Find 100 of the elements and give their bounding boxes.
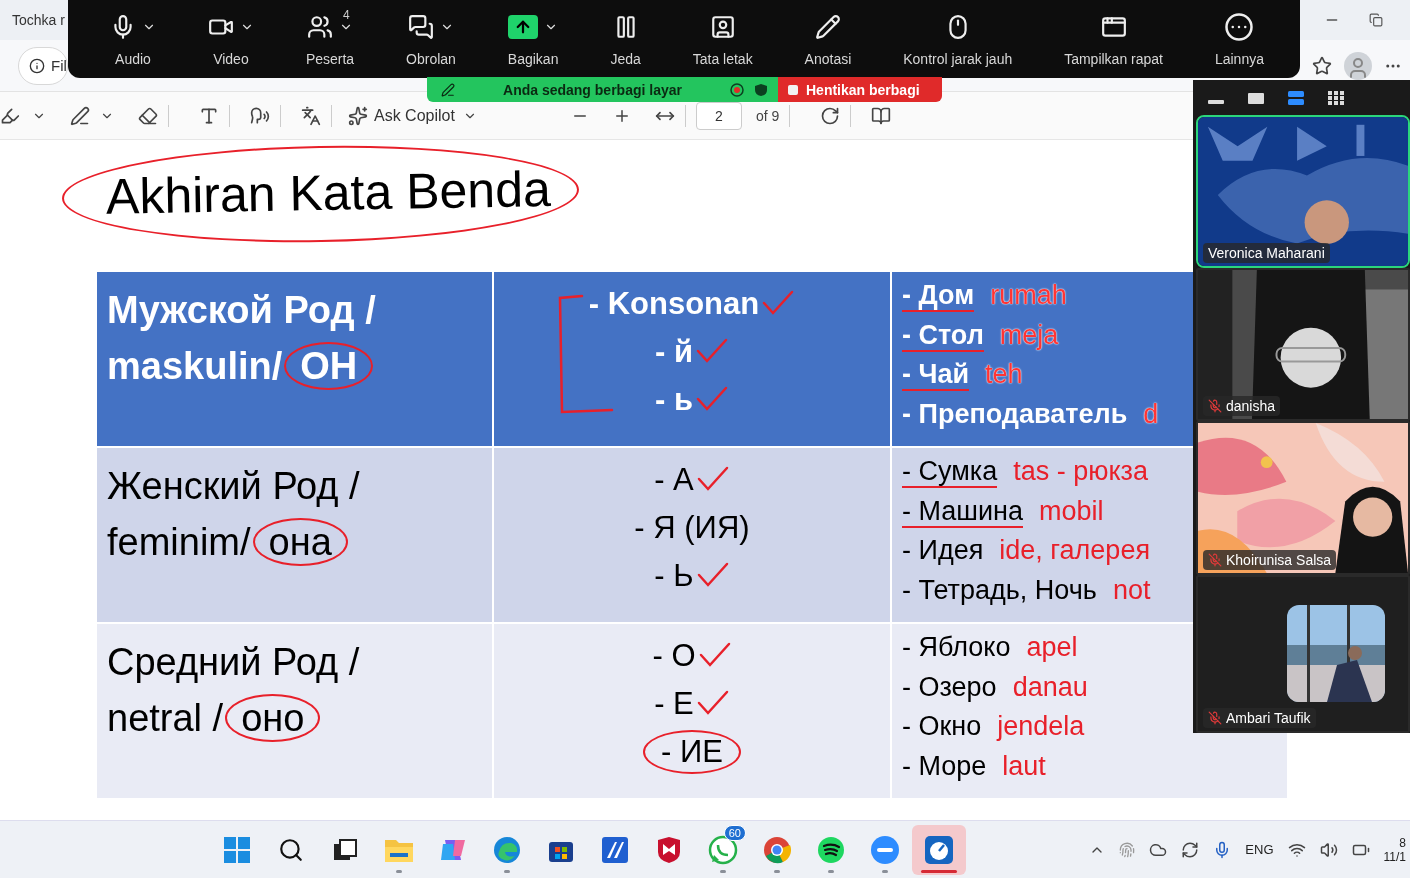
noun-text: - Море: [902, 750, 987, 782]
ending-text: - А: [654, 462, 694, 498]
circled-ending: - ИЕ: [643, 730, 741, 774]
noun-text: - Сумка: [902, 456, 998, 488]
toolbar-icon: [814, 14, 841, 40]
notification-badge: 60: [723, 824, 746, 841]
pen-icon[interactable]: [70, 105, 90, 126]
gender-label: feminim/: [107, 520, 251, 565]
toolbar-button[interactable]: Anotasi: [778, 0, 878, 78]
page-count: of 9: [755, 107, 780, 124]
shield-icon: [754, 82, 768, 97]
handwritten-note: not: [1112, 574, 1151, 606]
handwritten-note: meja: [999, 319, 1059, 351]
ask-copilot-button[interactable]: Ask Copilot: [374, 106, 455, 125]
noun-text: - Чай: [902, 359, 970, 391]
language-indicator[interactable]: ENG: [1245, 842, 1274, 857]
toolbar-icon: [709, 14, 736, 40]
gender-label: maskulin/: [107, 344, 283, 389]
gender-label: Мужской Род /: [107, 288, 377, 333]
toolbar-button[interactable]: 4 Peserta: [279, 0, 381, 78]
layout-icon[interactable]: [1327, 89, 1345, 106]
search-icon[interactable]: [278, 836, 304, 863]
gauge-icon[interactable]: [924, 834, 954, 865]
ending-text: - й: [655, 334, 693, 370]
record-icon: [730, 82, 744, 97]
toolbar-button[interactable]: Tampilkan rapat: [1038, 0, 1189, 78]
windows-icon[interactable]: [223, 835, 251, 864]
handwritten-note: mobil: [1039, 495, 1104, 527]
shield-icon[interactable]: [656, 835, 682, 864]
ending-text: - О: [652, 638, 696, 674]
page-view-icon[interactable]: [871, 105, 892, 126]
ending-text: - Konsonan: [588, 286, 760, 322]
app-icon[interactable]: [601, 835, 629, 864]
gender-label: netral /: [107, 696, 224, 741]
toolbar-button[interactable]: Jeda: [584, 0, 667, 78]
circled-pronoun: оно: [225, 694, 321, 742]
highlighter-icon[interactable]: [0, 105, 20, 126]
noun-text: - Стол: [902, 319, 984, 352]
rotate-icon[interactable]: [820, 105, 841, 126]
music-icon[interactable]: [817, 835, 845, 864]
eraser-icon[interactable]: [138, 105, 158, 126]
toolbar-button[interactable]: Audio: [84, 0, 182, 78]
noun-text: - Тетрадь, Ночь: [902, 574, 1097, 606]
clock-time[interactable]: 8: [1399, 835, 1406, 850]
sharing-message: Anda sedang berbagi layar: [502, 81, 683, 98]
address-bar[interactable]: Fil: [18, 46, 68, 85]
volume-icon[interactable]: [1319, 840, 1338, 859]
read-aloud-icon[interactable]: [250, 105, 270, 126]
toolbar-icon: [307, 14, 333, 40]
handwritten-note: d: [1143, 398, 1159, 430]
toolbar-button[interactable]: Lainnya: [1188, 0, 1290, 78]
participant-count: 4: [343, 8, 350, 22]
toolbar-button[interactable]: Video: [181, 0, 280, 78]
noun-text: - Яблоко: [902, 632, 1011, 663]
page-number-field[interactable]: 2: [695, 101, 742, 130]
noun-text: - Дом: [902, 280, 975, 312]
toolbar-icon: [408, 14, 434, 40]
toolbar-button[interactable]: Kontrol jarak jauh: [877, 0, 1039, 78]
participant-name: Veronica Maharani: [1208, 245, 1325, 261]
toolbar-button[interactable]: Obrolan: [380, 0, 482, 78]
translate-icon[interactable]: [301, 105, 321, 126]
handwritten-note: jendela: [997, 711, 1085, 742]
handwritten-note: teh: [985, 359, 1023, 390]
profile-avatar[interactable]: [1344, 51, 1372, 80]
handwritten-note: apel: [1026, 632, 1078, 663]
ending-text: - Е: [654, 686, 694, 722]
clock-date[interactable]: 11/1: [1383, 849, 1406, 864]
noun-text: - Окно: [902, 711, 982, 742]
gender-label: Женский Род /: [107, 464, 361, 509]
stop-sharing-button[interactable]: Hentikan berbagi: [778, 77, 942, 102]
participant-name: danisha: [1226, 398, 1276, 414]
handwritten-note: tas - рюкза: [1013, 456, 1148, 487]
sync-icon[interactable]: [1181, 840, 1200, 859]
participant-name: Ambari Taufik: [1226, 710, 1311, 726]
noun-text: - Преподаватель: [902, 398, 1128, 430]
browser-icon[interactable]: [493, 835, 521, 864]
layout-icon[interactable]: [1287, 89, 1305, 106]
ending-text: - ь: [655, 382, 693, 418]
noun-text: - Машина: [902, 495, 1023, 528]
task-view-icon[interactable]: [332, 837, 358, 862]
copilot-icon[interactable]: [348, 105, 368, 126]
circled-pronoun: ОН: [284, 342, 374, 390]
toolbar-icon: [1100, 14, 1127, 40]
noun-text: - Идея: [902, 535, 984, 566]
participant-name: Khoirunisa Salsa: [1226, 552, 1332, 568]
chrome-icon[interactable]: [763, 835, 791, 864]
favorites-icon[interactable]: [1312, 55, 1332, 76]
ending-text: - Я (ИЯ): [634, 510, 750, 546]
noun-text: - Озеро: [902, 671, 997, 703]
info-icon[interactable]: [29, 57, 45, 74]
ending-text: - Ь: [654, 558, 694, 594]
share-icon: [508, 15, 539, 39]
gender-label: Средний Род /: [107, 640, 361, 685]
handwritten-note: danau: [1012, 671, 1088, 703]
handwritten-note: rumah: [990, 280, 1067, 311]
handwritten-note: ide, галерея: [999, 535, 1151, 566]
toolbar-button[interactable]: Tata letak: [666, 0, 779, 78]
tab-title[interactable]: Tochka r: [12, 12, 65, 28]
circled-pronoun: она: [252, 518, 348, 566]
handwritten-note: laut: [1002, 750, 1046, 782]
